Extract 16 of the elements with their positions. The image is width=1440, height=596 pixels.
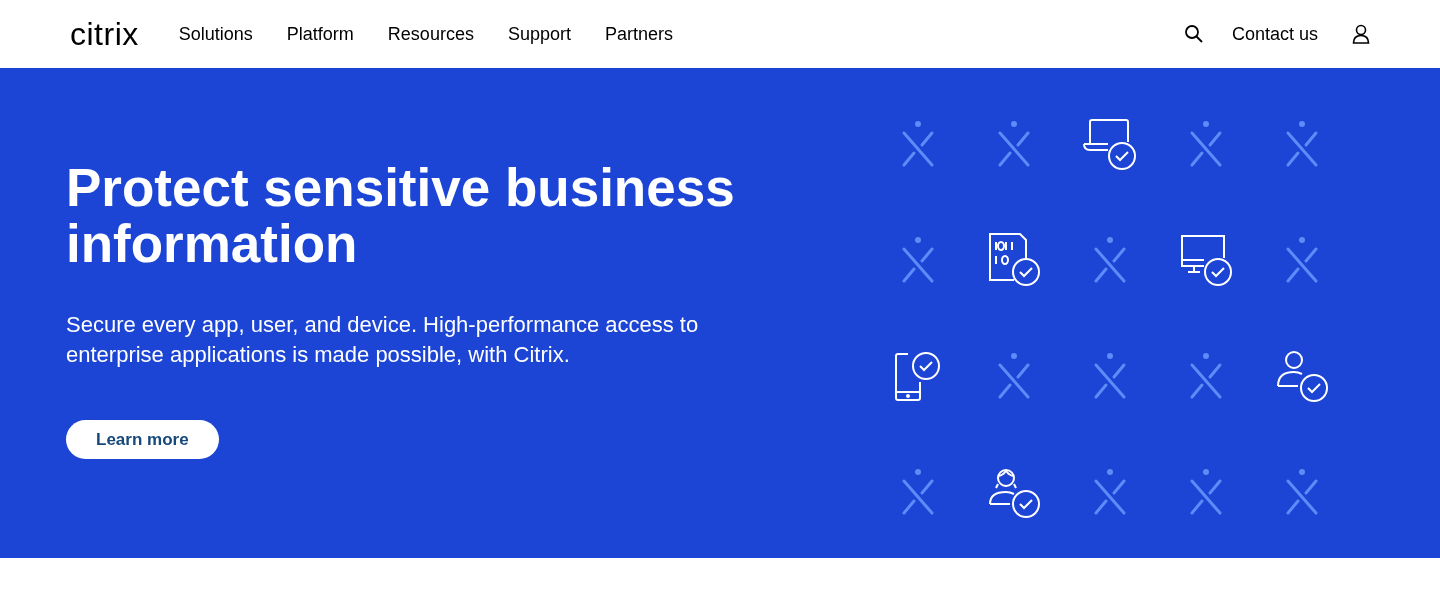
laptop-check-icon [1082,116,1138,172]
nav-link[interactable]: Platform [286,20,354,48]
nav-link[interactable]: Support [507,20,571,48]
nav-link[interactable]: Resources [387,20,474,48]
nav-link[interactable]: Partners [604,20,673,48]
nav-link[interactable]: Solutions [178,20,253,48]
logo[interactable]: citrix [70,10,139,58]
monitor-check-icon [1178,232,1234,288]
hero-subtitle: Secure every app, user, and device. High-performance access to enterprise applications is made possible, with Citrix. [66,311,700,369]
learn-more-button[interactable]: Learn more [66,420,219,459]
contact-link[interactable]: Contact us [1231,20,1318,48]
binary-file-check-icon [986,232,1042,288]
user-icon[interactable] [1352,24,1370,44]
user-check-icon [1274,348,1330,404]
search-icon[interactable] [1183,24,1204,44]
hero-title: Protect sensitive business information [66,160,736,272]
